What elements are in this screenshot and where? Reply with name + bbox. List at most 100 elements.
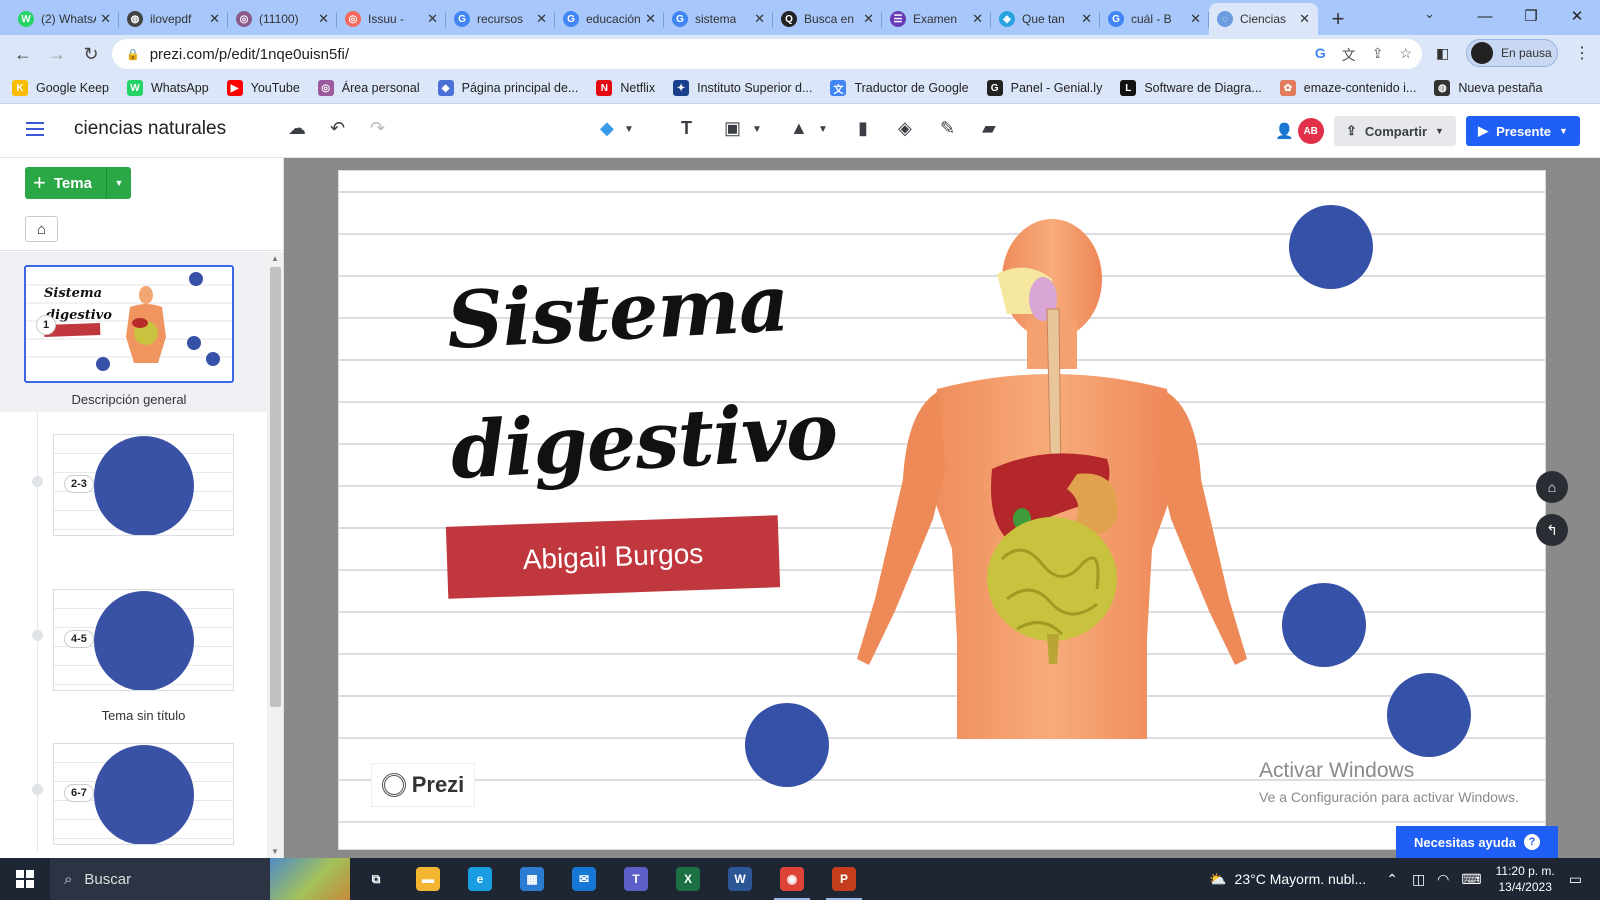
google-icon[interactable]: G [1315,45,1326,65]
bookmark-item[interactable]: W WhatsApp [126,80,209,96]
profile-button[interactable]: En pausa [1466,39,1558,67]
browser-tab[interactable]: Q Busca en ✕ [773,3,882,35]
close-tab-icon[interactable]: ✕ [209,11,220,27]
translate-icon[interactable]: 文 [1342,45,1356,65]
slide-title-line-1[interactable]: Sistema [445,258,791,367]
star-icon[interactable]: ☆ [1399,45,1412,65]
taskbar-app-excel[interactable]: X [662,858,714,900]
clock[interactable]: 11:20 p. m. 13/4/2023 [1496,863,1555,895]
side-panel-icon[interactable]: ◧ [1436,45,1449,62]
style-dropdown-icon[interactable]: ▼ [624,124,634,135]
scroll-down-icon[interactable]: ▼ [271,847,279,856]
home-icon[interactable]: ⌂ [25,216,58,242]
bookmark-item[interactable]: ◆ Página principal de... [437,80,578,96]
animation-icon[interactable]: ✎ [940,118,955,139]
back-icon[interactable]: ← [6,39,40,69]
style-icon[interactable]: ◆ [600,118,614,139]
taskbar-app-task-view[interactable]: ⧉ [350,858,402,900]
tab-search-icon[interactable]: ⌄ [1424,6,1435,22]
taskbar-app-teams[interactable]: T [610,858,662,900]
browser-tab[interactable]: ◈ Que tan ✕ [991,3,1100,35]
bookmark-item[interactable]: N Netflix [596,80,655,96]
zoom-out-nav-icon[interactable]: ↰ [1536,514,1568,546]
close-tab-icon[interactable]: ✕ [100,11,111,27]
collaborators[interactable]: 👤 AB [1275,118,1324,144]
maximize-icon[interactable]: ❐ [1508,0,1554,32]
browser-tab[interactable]: Geducación ✕ [555,3,664,35]
taskbar-app-file-explorer[interactable]: ▬ [402,858,454,900]
browser-tab[interactable]: ◎ (11100) ✕ [228,3,337,35]
bookmark-item[interactable]: ✦ Instituto Superior d... [673,80,812,96]
close-tab-icon[interactable]: ✕ [427,11,438,27]
browser-tab[interactable]: Grecursos ✕ [446,3,555,35]
collaborator-avatar[interactable]: AB [1297,118,1324,144]
panel-scrollbar[interactable]: ▲ ▼ [267,252,283,858]
bookmark-item[interactable]: ✿ emaze-contenido i... [1279,80,1416,96]
browser-tab[interactable]: ◍ ilovepdf ✕ [119,3,228,35]
bookmark-item[interactable]: ▶ YouTube [226,80,300,96]
taskbar-app-word[interactable]: W [714,858,766,900]
taskbar-app-store[interactable]: ▦ [506,858,558,900]
hamburger-menu-icon[interactable] [26,122,44,140]
chart-icon[interactable]: ▮ [858,118,868,139]
start-button[interactable] [0,858,50,900]
author-banner[interactable]: Abigail Burgos [445,515,781,599]
scroll-up-icon[interactable]: ▲ [271,254,279,263]
wifi-icon[interactable]: ◠ [1437,871,1449,888]
taskbar-app-mail[interactable]: ✉ [558,858,610,900]
close-tab-icon[interactable]: ✕ [754,11,765,27]
close-tab-icon[interactable]: ✕ [536,11,547,27]
presentation-title[interactable]: ciencias naturales [74,118,226,140]
chevron-down-icon[interactable]: ▼ [106,167,131,199]
browser-tab[interactable]: ◌ Ciencias ✕ [1209,3,1318,35]
close-tab-icon[interactable]: ✕ [1190,11,1201,27]
cloud-save-icon[interactable]: ☁ [288,118,306,139]
close-tab-icon[interactable]: ✕ [318,11,329,27]
keyboard-icon[interactable]: ⌨ [1461,871,1481,888]
add-user-icon[interactable]: 👤 [1275,122,1294,140]
browser-tab[interactable]: W (2) WhatsApp ✕ [10,3,119,35]
taskbar-app-powerpoint[interactable]: P [818,858,870,900]
stock-icon[interactable]: ▰ [982,118,996,139]
bookmark-item[interactable]: 文 Traductor de Google [830,80,969,96]
decorative-blue-circle[interactable] [1387,673,1471,757]
shapes-dropdown-icon[interactable]: ▼ [818,124,828,135]
lock-icon[interactable]: 🔒 [126,48,140,61]
browser-tab[interactable]: Gsistema ✕ [664,3,773,35]
decorative-blue-circle[interactable] [1289,205,1373,289]
taskbar-search[interactable]: ⌕ Buscar [50,858,350,900]
subtopic-thumbnail-3[interactable]: 6-7 [53,743,234,845]
text-icon[interactable]: T [681,118,692,139]
share-icon[interactable]: ⇪ [1372,45,1384,65]
overview-thumbnail[interactable]: Sistema digestivo 1 [24,265,234,383]
weather-text[interactable]: 23°C Mayorm. nubl... [1235,871,1367,887]
close-icon[interactable]: ✕ [1554,0,1600,32]
forward-icon[interactable]: → [40,39,74,69]
digestive-system-illustration[interactable] [847,219,1267,749]
help-button[interactable]: Necesitas ayuda ? [1396,826,1558,858]
close-tab-icon[interactable]: ✕ [972,11,983,27]
undo-icon[interactable]: ↶ [330,118,345,139]
present-button[interactable]: ▶ Presente ▼ [1466,116,1580,146]
share-button[interactable]: ⇪ Compartir ▼ [1334,116,1456,146]
close-tab-icon[interactable]: ✕ [1081,11,1092,27]
image-icon[interactable]: ▣ [724,118,741,139]
browser-tab[interactable]: ☰ Examen ✕ [882,3,991,35]
decorative-blue-circle[interactable] [1282,583,1366,667]
add-topic-button[interactable]: + Tema ▼ [25,167,131,199]
decorative-blue-circle[interactable] [745,703,829,787]
bookmark-item[interactable]: G Panel - Genial.ly [986,80,1102,96]
bookmark-item[interactable]: K Google Keep [12,80,109,96]
new-tab-icon[interactable]: + [1322,3,1354,35]
reload-icon[interactable]: ↻ [74,39,108,69]
minimize-icon[interactable]: — [1462,0,1508,32]
browser-tab[interactable]: ◎ Issuu - ✕ [337,3,446,35]
bookmark-item[interactable]: L Software de Diagra... [1120,80,1262,96]
close-tab-icon[interactable]: ✕ [1299,11,1310,27]
home-nav-icon[interactable]: ⌂ [1536,471,1568,503]
subtopic-thumbnail-2[interactable]: 4-5 [53,589,234,691]
network-icon[interactable]: ◫ [1412,871,1425,888]
subtopic-thumbnail-1[interactable]: 2-3 [53,434,234,536]
shapes-icon[interactable]: ▲ [790,118,808,139]
browser-tab[interactable]: Gcuál - B ✕ [1100,3,1209,35]
